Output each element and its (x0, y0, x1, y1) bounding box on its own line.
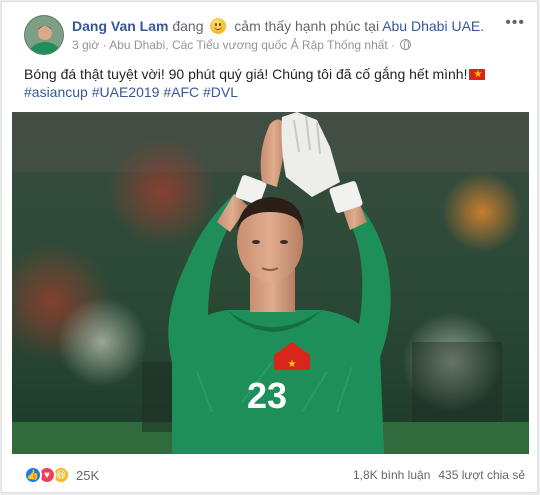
share-count[interactable]: 435 lượt chia sẻ (438, 468, 525, 482)
comment-count[interactable]: 1,8K bình luận (353, 468, 430, 482)
meta-separator: · (102, 38, 107, 52)
svg-text:★: ★ (288, 359, 297, 370)
hashtag-dvl[interactable]: #DVL (203, 84, 238, 100)
hashtag-list: #asiancup #UAE2019 #AFC #DVL (24, 83, 238, 101)
feeling-prefix: đang (172, 18, 204, 34)
engagement-stats: 1,8K bình luận 435 lượt chia sẻ (353, 468, 525, 482)
smiley-icon (210, 18, 227, 34)
like-icon: 👍 (24, 466, 42, 484)
author-name[interactable]: Dang Van Lam (72, 18, 168, 34)
post-footer: 👍 ♥ 😆 25K 1,8K bình luận 435 lượt chia sẻ (2, 454, 537, 492)
timestamp[interactable]: 3 giờ (72, 38, 99, 52)
post-meta: 3 giờ · Abu Dhabi, Các Tiểu vương quốc Ả… (72, 38, 413, 52)
meta-separator: · (391, 38, 396, 52)
hashtag-afc[interactable]: #AFC (163, 84, 199, 100)
jersey-number: 23 (247, 375, 287, 416)
globe-icon (400, 39, 412, 50)
post-header: Dang Van Lam đang cảm thấy hạnh phúc tại… (2, 2, 537, 58)
post-text-content: Bóng đá thật tuyệt vời! 90 phút quý giá!… (24, 66, 468, 82)
feeling-text: cảm thấy hạnh phúc tại (234, 18, 380, 34)
reaction-summary[interactable]: 👍 ♥ 😆 25K (24, 466, 99, 484)
post-text: Bóng đá thật tuyệt vời! 90 phút quý giá!… (24, 65, 486, 84)
more-options-icon[interactable]: ••• (505, 14, 525, 32)
post-title-line: Dang Van Lam đang cảm thấy hạnh phúc tại… (72, 17, 484, 35)
avatar[interactable] (24, 15, 64, 55)
vietnam-flag-icon (469, 66, 486, 84)
post-photo[interactable]: ★ 23 (12, 112, 529, 454)
hashtag-asiancup[interactable]: #asiancup (24, 84, 88, 100)
reaction-count[interactable]: 25K (76, 468, 99, 483)
post-card: Dang Van Lam đang cảm thấy hạnh phúc tại… (1, 1, 538, 493)
goalkeeper-photo: ★ 23 (12, 112, 529, 454)
hashtag-uae2019[interactable]: #UAE2019 (92, 84, 160, 100)
place-detail[interactable]: Abu Dhabi, Các Tiểu vương quốc Ả Rập Thố… (109, 38, 388, 52)
location-link[interactable]: Abu Dhabi UAE. (382, 18, 484, 34)
